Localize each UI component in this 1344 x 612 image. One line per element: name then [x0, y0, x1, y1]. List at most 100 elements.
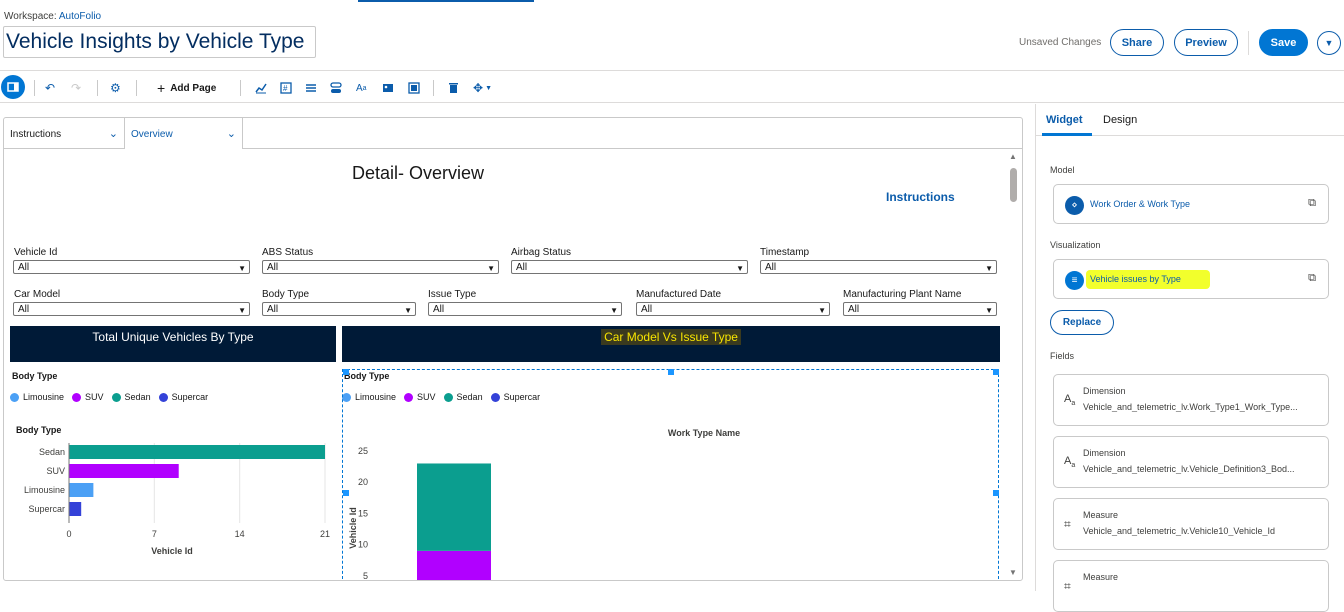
add-page-button[interactable]: + Add Page: [157, 78, 216, 98]
filter-airbag-status[interactable]: All ▼: [511, 260, 748, 274]
filter-label: Manufacturing Plant Name: [843, 289, 962, 300]
page-tabs: Instructions ⌄ Overview ⌄: [4, 118, 1022, 149]
field-card[interactable]: ⌗ Measure Vehicle_and_telemetric_lv.Vehi…: [1053, 498, 1329, 550]
visualization-label: Visualization: [1050, 240, 1101, 250]
filter-value: All: [18, 304, 30, 315]
redo-icon[interactable]: ↷: [71, 78, 81, 98]
scroll-up-icon[interactable]: ▲: [1009, 152, 1017, 161]
field-type: Dimension: [1083, 448, 1126, 458]
caret-down-icon: ▼: [985, 264, 993, 273]
banner-total-unique-vehicles: Total Unique Vehicles By Type: [10, 326, 336, 362]
field-card[interactable]: Aa Dimension Vehicle_and_telemetric_lv.V…: [1053, 436, 1329, 488]
page-title: Detail- Overview: [352, 163, 485, 183]
field-card[interactable]: Aa Dimension Vehicle_and_telemetric_lv.W…: [1053, 374, 1329, 426]
workspace-label: Workspace:: [4, 11, 57, 22]
field-type: Measure: [1083, 572, 1119, 582]
x-axis-title: Vehicle Id: [151, 546, 193, 556]
tab-design[interactable]: Design: [1103, 114, 1137, 126]
filter-manufactured-date[interactable]: All ▼: [636, 302, 830, 316]
text-dimension-icon: Aa: [1064, 455, 1076, 470]
legend-item[interactable]: Sedan: [111, 392, 151, 402]
resize-handle[interactable]: [343, 490, 349, 496]
resize-handle[interactable]: [668, 369, 674, 375]
legend-item[interactable]: Limousine: [10, 392, 64, 402]
replace-button[interactable]: Replace: [1050, 310, 1114, 335]
tab-overview[interactable]: Overview ⌄: [125, 118, 243, 149]
measure-hash-icon: ⌗: [1064, 579, 1071, 593]
chevron-down-icon[interactable]: ⌄: [227, 127, 236, 140]
legend-label: Limousine: [23, 392, 65, 402]
visualization-link[interactable]: Vehicle issues by Type: [1090, 274, 1181, 284]
filter-issue-type[interactable]: All ▼: [428, 302, 622, 316]
active-tab-indicator: [1042, 133, 1092, 136]
dashboard-title-input[interactable]: Vehicle Insights by Vehicle Type: [3, 26, 316, 58]
tab-instructions[interactable]: Instructions ⌄: [4, 118, 125, 149]
list-icon[interactable]: [305, 78, 317, 98]
resize-handle[interactable]: [343, 369, 349, 375]
filter-body-type[interactable]: All ▼: [262, 302, 416, 316]
field-type: Measure: [1083, 510, 1119, 520]
preview-button[interactable]: Preview: [1174, 29, 1238, 56]
chart-icon[interactable]: [255, 78, 267, 98]
filter-car-model[interactable]: All ▼: [13, 302, 250, 316]
selected-widget-outline[interactable]: [342, 369, 999, 580]
divider: [34, 80, 35, 96]
model-link[interactable]: Work Order & Work Type: [1090, 199, 1190, 209]
field-value: Vehicle_and_telemetric_lv.Vehicle10_Vehi…: [1083, 526, 1275, 536]
text-widget-icon[interactable]: Aa: [356, 78, 367, 98]
bar-sedan: [69, 445, 325, 459]
share-button[interactable]: Share: [1110, 29, 1164, 56]
filter-value: All: [18, 262, 30, 273]
move-icon[interactable]: ✥ ▼: [473, 78, 492, 98]
y-axis-title: Body Type: [16, 425, 61, 435]
legend-dot-limousine: [10, 392, 19, 402]
tab-widget[interactable]: Widget: [1046, 114, 1083, 126]
canvas-scrollbar[interactable]: ▲ ▼: [1007, 150, 1020, 580]
caret-down-icon: ▼: [818, 306, 826, 315]
legend-item[interactable]: Supercar: [158, 392, 208, 402]
external-link-icon[interactable]: ⧉: [1308, 197, 1316, 210]
caret-down-icon: ▼: [736, 264, 744, 273]
save-button[interactable]: Save: [1259, 29, 1308, 56]
scrollbar-thumb[interactable]: [1010, 168, 1017, 202]
caret-down-icon: ▼: [404, 306, 412, 315]
visualization-card[interactable]: ≡ Vehicle issues by Type ⧉: [1053, 259, 1329, 299]
filter-timestamp[interactable]: All ▼: [760, 260, 997, 274]
plus-icon: +: [157, 80, 166, 96]
unsaved-status: Unsaved Changes: [1019, 37, 1102, 48]
panel-toggle-icon[interactable]: [1, 75, 25, 99]
dashboard-canvas: Instructions ⌄ Overview ⌄ Detail- Overvi…: [3, 117, 1023, 581]
scroll-down-icon[interactable]: ▼: [1009, 568, 1017, 577]
undo-icon[interactable]: ↶: [45, 78, 55, 98]
filter-vehicle-id[interactable]: All ▼: [13, 260, 250, 274]
divider: [1248, 31, 1249, 55]
workspace-link[interactable]: AutoFolio: [59, 11, 101, 22]
resize-handle[interactable]: [993, 490, 999, 496]
filter-abs-status[interactable]: All ▼: [262, 260, 499, 274]
divider: [240, 80, 241, 96]
external-link-icon[interactable]: ⧉: [1308, 272, 1316, 285]
field-value: Vehicle_and_telemetric_lv.Vehicle_Defini…: [1083, 464, 1295, 474]
settings-gear-icon[interactable]: ⚙: [110, 78, 121, 98]
chevron-down-icon[interactable]: ▼: [1317, 31, 1341, 55]
model-card[interactable]: ⋄ Work Order & Work Type ⧉: [1053, 184, 1329, 224]
container-widget-icon[interactable]: [408, 78, 420, 98]
legend-item[interactable]: SUV: [72, 392, 104, 402]
delete-icon[interactable]: [448, 78, 459, 98]
chevron-down-icon[interactable]: ⌄: [109, 127, 118, 140]
bar-suv: [69, 464, 179, 478]
number-widget-icon[interactable]: #: [280, 78, 292, 98]
filter-label: Body Type: [262, 289, 310, 300]
image-widget-icon[interactable]: [382, 78, 394, 98]
add-page-label: Add Page: [170, 82, 217, 94]
toggle-widget-icon[interactable]: [330, 78, 342, 98]
filter-label: Vehicle Id: [14, 247, 58, 258]
header: Workspace: AutoFolio Vehicle Insights by…: [0, 0, 1344, 71]
field-card[interactable]: ⌗ Measure: [1053, 560, 1329, 612]
filter-value: All: [267, 304, 279, 315]
filter-manufacturing-plant-name[interactable]: All ▼: [843, 302, 997, 316]
caret-down-icon: ▼: [487, 264, 495, 273]
instructions-link[interactable]: Instructions: [886, 190, 955, 204]
resize-handle[interactable]: [993, 369, 999, 375]
x-tick-label: 0: [66, 529, 71, 539]
